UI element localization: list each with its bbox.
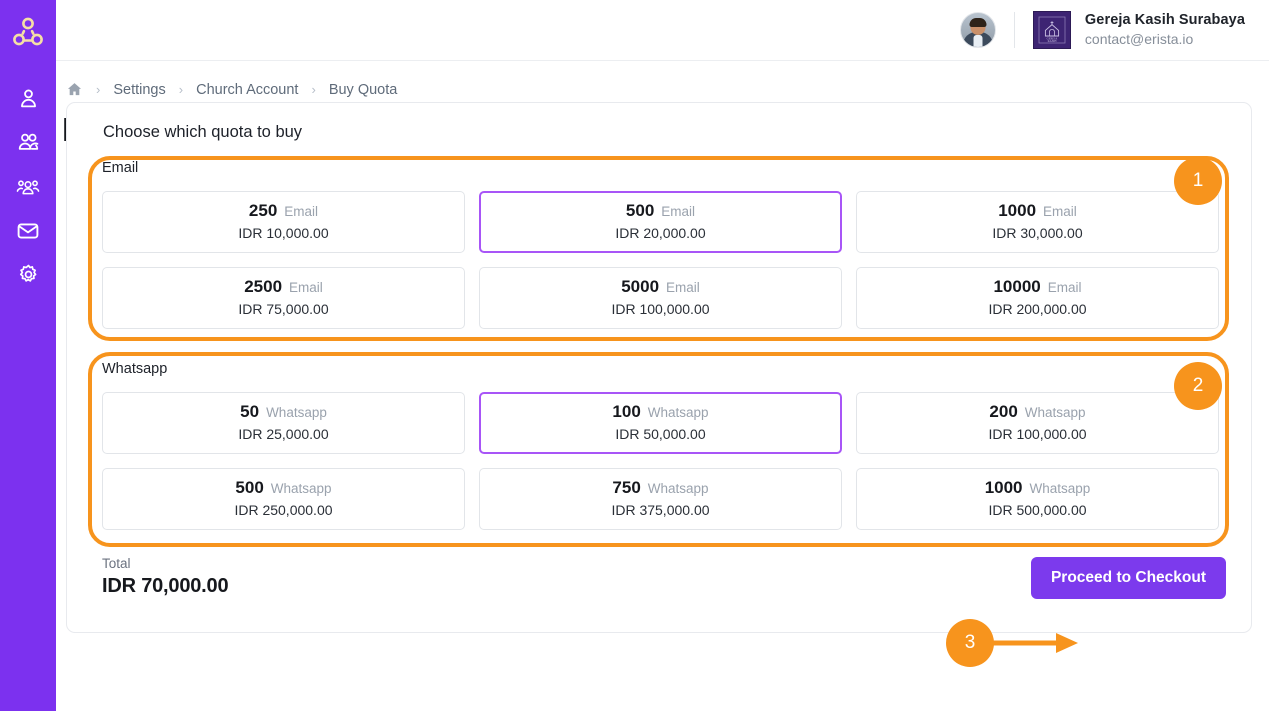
quota-unit: Whatsapp — [266, 405, 327, 420]
sidebar — [0, 0, 56, 711]
total-value: IDR 70,000.00 — [102, 575, 229, 597]
quota-price: IDR 10,000.00 — [238, 225, 329, 241]
sidebar-item-settings[interactable] — [8, 263, 48, 291]
quota-amount: 1000 — [998, 201, 1037, 220]
quota-price: IDR 100,000.00 — [988, 426, 1087, 442]
quota-unit: Whatsapp — [1024, 405, 1086, 420]
quota-price: IDR 250,000.00 — [234, 502, 333, 518]
quota-card-grid-email: 250 Email IDR 10,000.00 500 Email IDR 20… — [89, 176, 1231, 343]
org-identity: Gereja Kasih Surabaya contact@erista.io — [1085, 11, 1245, 49]
org-email: contact@erista.io — [1084, 31, 1194, 47]
quota-card[interactable]: 250 Email IDR 10,000.00 — [102, 191, 465, 253]
quota-amount: 2500 — [244, 277, 283, 296]
topbar-divider — [1013, 12, 1015, 48]
quota-card[interactable]: 500 Whatsapp IDR 250,000.00 — [102, 468, 465, 530]
org-name: Gereja Kasih Surabaya — [1084, 12, 1245, 28]
app-root: GEREJA KASIH Gereja Kasih Surabaya conta… — [0, 0, 1269, 711]
main-content: GEREJA KASIH Gereja Kasih Surabaya conta… — [56, 0, 1269, 711]
total-label: Total — [102, 556, 131, 571]
quota-price: IDR 25,000.00 — [238, 426, 329, 442]
quota-price: IDR 100,000.00 — [611, 301, 710, 317]
quota-unit: Whatsapp — [1029, 481, 1091, 496]
breadcrumb-separator: › — [311, 82, 316, 97]
sidebar-item-members[interactable] — [8, 133, 48, 157]
quota-card[interactable]: 1000 Email IDR 30,000.00 — [856, 191, 1219, 253]
quota-card[interactable]: 500 Email IDR 20,000.00 — [479, 191, 842, 253]
total-block: Total IDR 70,000.00 — [102, 554, 229, 599]
breadcrumb-separator: › — [178, 82, 184, 97]
quota-unit: Email — [284, 204, 319, 219]
home-icon[interactable] — [66, 81, 83, 98]
topbar: GEREJA KASIH Gereja Kasih Surabaya conta… — [56, 0, 1269, 61]
user-group-icon — [16, 175, 40, 204]
quota-card[interactable]: 5000 Email IDR 100,000.00 — [479, 267, 842, 329]
quota-card[interactable]: 2500 Email IDR 75,000.00 — [102, 267, 465, 329]
quota-unit: Email — [1043, 204, 1077, 219]
quota-price: IDR 200,000.00 — [988, 301, 1087, 317]
quota-card[interactable]: 750 Whatsapp IDR 375,000.00 — [479, 468, 842, 530]
quota-amount: 5000 — [621, 277, 660, 296]
gear-icon — [17, 263, 40, 291]
sidebar-item-groups[interactable] — [8, 177, 48, 201]
quota-card-grid-whatsapp: 50 Whatsapp IDR 25,000.00 100 Whatsapp I… — [89, 377, 1231, 544]
users-pair-icon — [17, 131, 40, 159]
quota-amount: 100 — [612, 402, 641, 421]
svg-text:KASIH: KASIH — [1048, 39, 1057, 43]
envelope-icon — [16, 219, 40, 248]
buy-quota-panel: Choose which quota to buy Email 250 Emai… — [66, 102, 1252, 633]
quota-price: IDR 30,000.00 — [992, 225, 1083, 241]
panel-heading: Choose which quota to buy — [103, 123, 303, 141]
quota-unit: Email — [666, 280, 700, 295]
quota-unit: Email — [1047, 280, 1082, 295]
avatar[interactable] — [959, 12, 996, 48]
sidebar-nav — [8, 89, 48, 289]
quota-card[interactable]: 1000 Whatsapp IDR 500,000.00 — [856, 468, 1219, 530]
breadcrumb-item-settings[interactable]: Settings — [113, 82, 165, 98]
quota-group-whatsapp: Whatsapp 50 Whatsapp IDR 25,000.00 100 W… — [89, 343, 1231, 544]
quota-unit: Email — [661, 204, 696, 219]
quota-amount: 10000 — [993, 277, 1041, 296]
quota-amount: 500 — [235, 478, 264, 497]
breadcrumb-item-buy-quota[interactable]: Buy Quota — [329, 82, 398, 98]
quota-price: IDR 500,000.00 — [988, 502, 1087, 518]
footer-row: Total IDR 70,000.00 Proceed to Checkout — [67, 544, 1251, 599]
quota-group-label: Whatsapp — [102, 361, 168, 377]
gereja-kasih-logo: GEREJA KASIH — [1032, 11, 1071, 49]
quota-amount: 50 — [240, 402, 260, 421]
quota-price: IDR 50,000.00 — [615, 426, 706, 442]
quota-unit: Whatsapp — [647, 481, 709, 496]
proceed-to-checkout-button[interactable]: Proceed to Checkout — [1030, 557, 1226, 599]
quota-amount: 750 — [612, 478, 641, 497]
quota-price: IDR 375,000.00 — [611, 502, 710, 518]
quota-card[interactable]: 50 Whatsapp IDR 25,000.00 — [102, 392, 465, 454]
quota-group-label: Email — [102, 160, 139, 176]
quota-amount: 500 — [625, 201, 655, 220]
quota-unit: Email — [289, 280, 323, 295]
quota-card[interactable]: 200 Whatsapp IDR 100,000.00 — [856, 392, 1219, 454]
quota-card[interactable]: 100 Whatsapp IDR 50,000.00 — [479, 392, 842, 454]
quota-amount: 200 — [989, 402, 1018, 421]
quota-unit: Whatsapp — [647, 405, 709, 420]
triad-circles-logo[interactable] — [8, 13, 48, 53]
user-icon — [17, 87, 40, 115]
sidebar-item-mail[interactable] — [8, 221, 48, 245]
breadcrumb: › Settings › Church Account › Buy Quota — [56, 61, 1269, 98]
quota-card[interactable]: 10000 Email IDR 200,000.00 — [856, 267, 1219, 329]
quota-price: IDR 75,000.00 — [238, 301, 329, 317]
quota-amount: 250 — [248, 201, 278, 220]
quota-group-email: Email 250 Email IDR 10,000.00 500 Email — [89, 142, 1231, 343]
sidebar-item-user[interactable] — [8, 89, 48, 113]
quota-amount: 1000 — [984, 478, 1023, 497]
breadcrumb-separator: › — [96, 82, 101, 97]
quota-unit: Whatsapp — [270, 481, 332, 496]
quota-price: IDR 20,000.00 — [615, 225, 706, 241]
breadcrumb-item-church-account[interactable]: Church Account — [196, 82, 298, 98]
